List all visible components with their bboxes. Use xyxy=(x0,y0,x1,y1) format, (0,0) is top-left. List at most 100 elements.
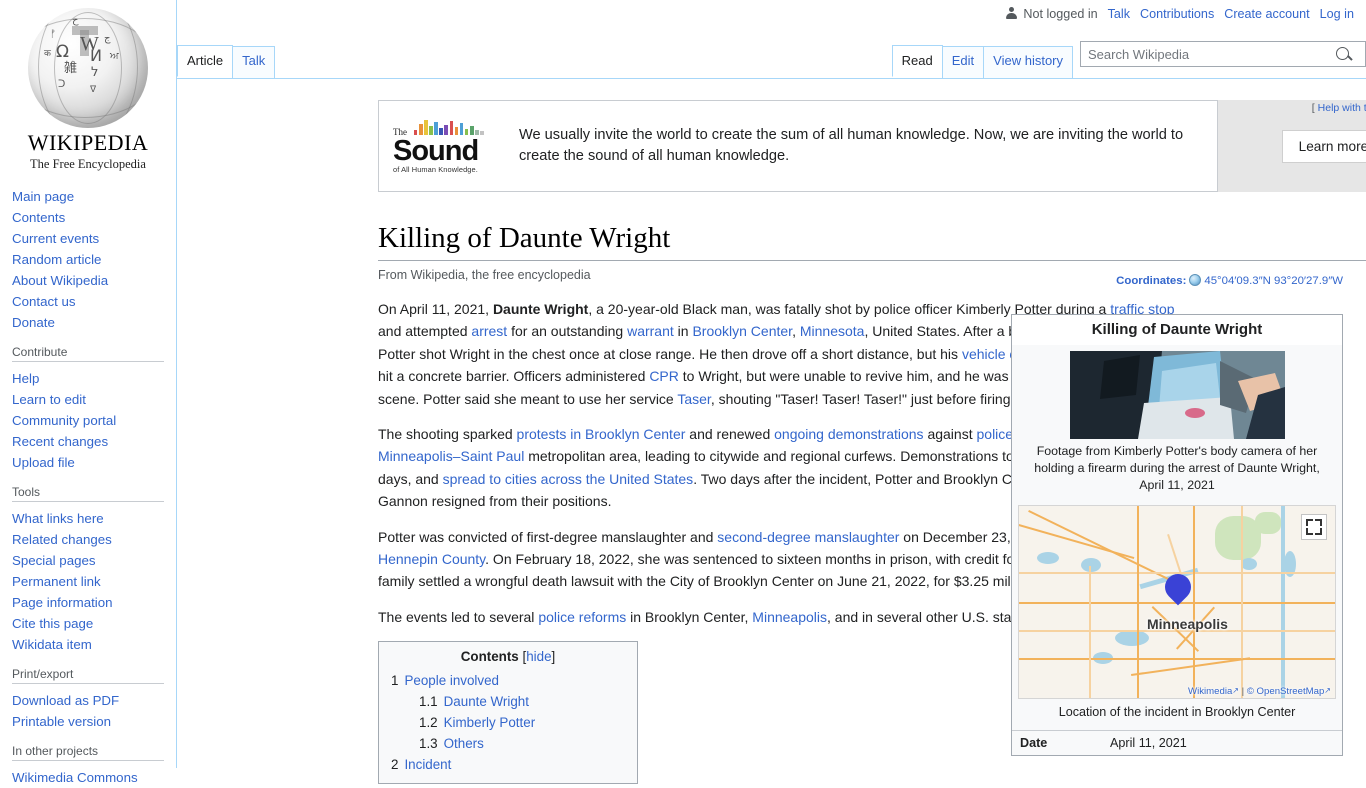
map-fullscreen-button[interactable] xyxy=(1301,514,1327,540)
search-icon[interactable] xyxy=(1336,47,1349,60)
sidebar-item-cite-this-page[interactable]: Cite this page xyxy=(12,616,93,631)
tab-view-history[interactable]: View history xyxy=(983,46,1073,78)
list-item: Help xyxy=(12,368,176,389)
sidebar-item-recent-changes[interactable]: Recent changes xyxy=(12,434,108,449)
map-attribution: Wikimedia↗ | © OpenStreetMap↗ xyxy=(1188,686,1331,697)
toc-item-label[interactable]: Incident xyxy=(404,757,451,772)
toc-toggle[interactable]: [hide] xyxy=(522,649,555,664)
toc-item[interactable]: 1 People involved xyxy=(391,670,625,691)
infobox-photo-caption: Footage from Kimberly Potter's body came… xyxy=(1034,444,1320,492)
article-bold-term: Daunte Wright xyxy=(492,301,589,317)
sidebar-item-help[interactable]: Help xyxy=(12,371,39,386)
personal-link-log-in[interactable]: Log in xyxy=(1320,7,1354,21)
tab-edit[interactable]: Edit xyxy=(941,46,985,78)
toc-title: Contents [hide] xyxy=(391,649,625,664)
help-with-translations-link[interactable]: [ Help with translations! ] xyxy=(1218,102,1366,114)
learn-more-button[interactable]: Learn more xyxy=(1281,129,1366,163)
sidebar-item-page-information[interactable]: Page information xyxy=(12,595,113,610)
sidebar-item-upload-file[interactable]: Upload file xyxy=(12,455,75,470)
sidebar-item-related-changes[interactable]: Related changes xyxy=(12,532,112,547)
wikipedia-logo[interactable]: W Ω И 雑 ל ᚠ ج ਅ ح क ᑐ ᐁ WIKIPEDIA The Fr… xyxy=(0,0,176,172)
personal-link-create-account[interactable]: Create account xyxy=(1224,7,1309,21)
sidebar-item-main-page[interactable]: Main page xyxy=(12,189,74,204)
article-link[interactable]: warrant xyxy=(627,323,674,339)
location-map[interactable]: Minneapolis Wikimedia↗ | © OpenStreetMap… xyxy=(1018,505,1336,699)
sidebar-item-special-pages[interactable]: Special pages xyxy=(12,553,96,568)
infobox-rows: Date April 11, 2021 xyxy=(1012,730,1342,755)
sidebar-section-tools: Tools What links here Related changes Spec… xyxy=(0,485,176,655)
toc-item-number: 1 xyxy=(391,673,399,689)
equalizer-bar xyxy=(475,129,479,135)
equalizer-bar xyxy=(413,129,418,135)
article-link[interactable]: second-degree manslaughter xyxy=(717,529,899,545)
sidebar-item-learn-to-edit[interactable]: Learn to edit xyxy=(12,392,86,407)
toc-item[interactable]: 1.1 Daunte Wright xyxy=(391,691,625,712)
banner-message: We usually invite the world to create th… xyxy=(519,127,1184,164)
article-link[interactable]: arrest xyxy=(471,323,507,339)
coordinates-value[interactable]: 45°04′09.3″N 93°20′27.9″W xyxy=(1204,275,1343,287)
sidebar-item-contents[interactable]: Contents xyxy=(12,210,65,225)
infobox-title: Killing of Daunte Wright xyxy=(1012,315,1342,345)
tab-read[interactable]: Read xyxy=(891,45,943,77)
article-link[interactable]: Hennepin County xyxy=(378,551,485,567)
sidebar-section-other-projects: In other projects Wikimedia Commons xyxy=(0,744,176,788)
article-link[interactable]: spread to cities across the United State… xyxy=(443,471,694,487)
toc-item-label[interactable]: Kimberly Potter xyxy=(444,715,536,730)
toc-item[interactable]: 2 Incident xyxy=(391,754,625,775)
sidebar-item-contact-us[interactable]: Contact us xyxy=(12,294,76,309)
sidebar-item-donate[interactable]: Donate xyxy=(12,315,55,330)
search-input[interactable] xyxy=(1081,43,1329,65)
article-link[interactable]: Minneapolis xyxy=(752,609,827,625)
wikipedia-globe-icon: W Ω И 雑 ל ᚠ ج ਅ ح क ᑐ ᐁ xyxy=(28,8,148,128)
list-item: Wikidata item xyxy=(12,634,176,655)
toc-title-label: Contents xyxy=(460,649,519,665)
article-link[interactable]: Minnesota xyxy=(800,323,865,339)
sidebar-item-wikimedia-commons[interactable]: Wikimedia Commons xyxy=(12,770,138,785)
tab-article[interactable]: Article xyxy=(177,45,234,77)
article-link[interactable]: ongoing demonstrations xyxy=(774,426,923,442)
toc-item-label[interactable]: People involved xyxy=(404,673,499,688)
list-item: Contents xyxy=(12,207,176,228)
list-item: Main page xyxy=(12,186,176,207)
sidebar-item-wikidata-item[interactable]: Wikidata item xyxy=(12,637,92,652)
sidebar-item-what-links-here[interactable]: What links here xyxy=(12,511,104,526)
toc-item[interactable]: 1.2 Kimberly Potter xyxy=(391,712,625,733)
page-title: Killing of Daunte Wright xyxy=(378,222,1366,261)
sidebar-item-about-wikipedia[interactable]: About Wikipedia xyxy=(12,273,108,288)
toc-item-label[interactable]: Others xyxy=(444,736,484,751)
tab-talk[interactable]: Talk xyxy=(232,46,276,78)
toc-item-label[interactable]: Daunte Wright xyxy=(444,694,529,709)
article-link[interactable]: CPR xyxy=(649,368,679,384)
sidebar-heading-contribute: Contribute xyxy=(12,345,164,362)
sidebar-item-random-article[interactable]: Random article xyxy=(12,252,101,267)
article-text: , and in several other U.S. states. xyxy=(827,608,1035,625)
toc-list: 1 People involved 1.1 Daunte Wright 1.2 Kimbe… xyxy=(391,670,625,775)
sidebar-item-community-portal[interactable]: Community portal xyxy=(12,413,116,428)
article-link[interactable]: Minneapolis–Saint Paul xyxy=(378,448,524,464)
bodycam-photo-graphic xyxy=(1069,351,1285,439)
article-link[interactable]: police reforms xyxy=(538,609,626,625)
article-link[interactable]: protests in Brooklyn Center xyxy=(517,426,686,442)
equalizer-bar xyxy=(434,121,438,135)
toc-toggle-label: hide xyxy=(526,649,552,665)
map-attr-wikimedia[interactable]: Wikimedia xyxy=(1188,686,1232,697)
equalizer-bar xyxy=(454,126,459,135)
coordinates[interactable]: Coordinates: 45°04′09.3″N 93°20′27.9″W xyxy=(1116,274,1343,287)
list-item: Donate xyxy=(12,312,176,333)
list-item: Permanent link xyxy=(12,571,176,592)
list-item: Special pages xyxy=(12,550,176,571)
article-link[interactable]: Brooklyn Center xyxy=(692,323,792,339)
sidebar-item-printable-version[interactable]: Printable version xyxy=(12,714,111,729)
personal-link-talk[interactable]: Talk xyxy=(1108,7,1130,21)
search-box[interactable] xyxy=(1080,41,1366,67)
article-link[interactable]: Taser xyxy=(677,391,710,407)
toc-item[interactable]: 1.3 Others xyxy=(391,733,625,754)
map-attr-osm[interactable]: © OpenStreetMap xyxy=(1247,686,1324,697)
sidebar-item-download-as-pdf[interactable]: Download as PDF xyxy=(12,693,119,708)
content-area: Not logged in Talk Contributions Create acc… xyxy=(176,0,1366,785)
sidebar-item-current-events[interactable]: Current events xyxy=(12,231,99,246)
personal-link-contributions[interactable]: Contributions xyxy=(1140,7,1214,21)
article-text: Potter was convicted of first-degree man… xyxy=(378,528,718,545)
sidebar-item-permanent-link[interactable]: Permanent link xyxy=(12,574,101,589)
list-item: Download as PDF xyxy=(12,690,176,711)
